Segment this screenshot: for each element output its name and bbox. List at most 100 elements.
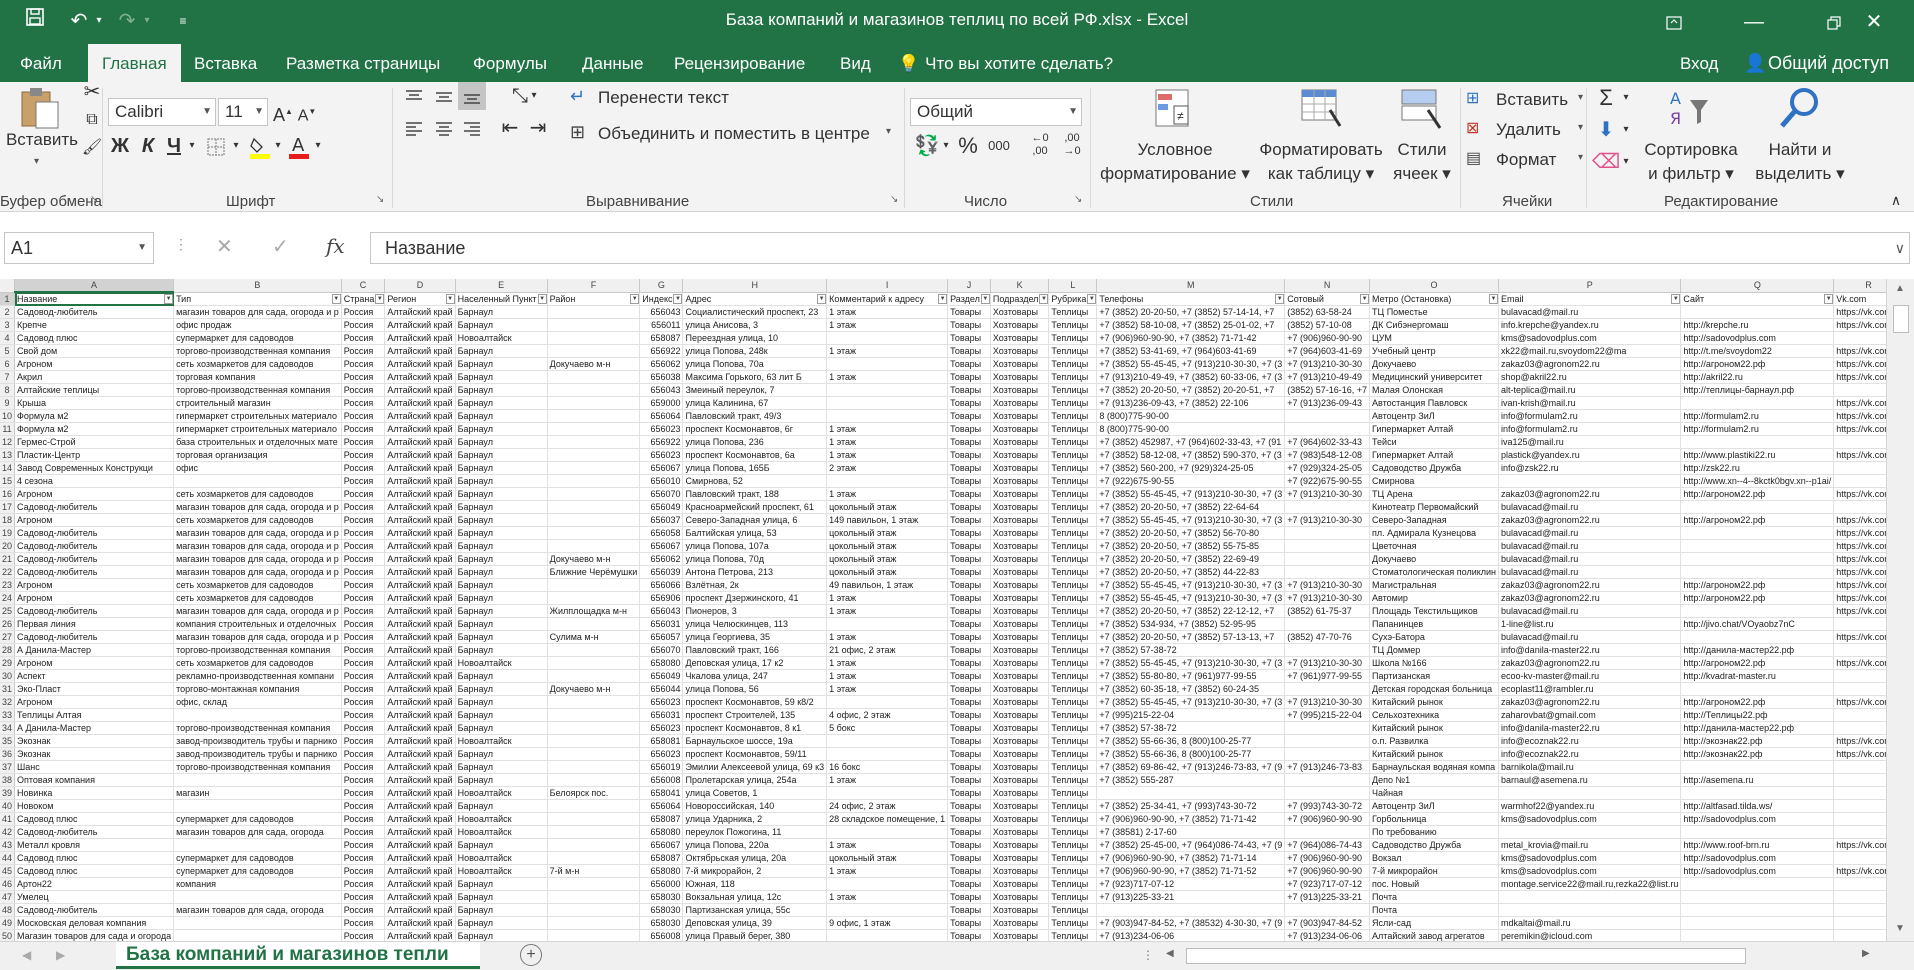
table-cell[interactable]: +7 (913)234-06-06 — [1096, 929, 1286, 941]
table-cell[interactable]: Теплицы — [1048, 695, 1098, 709]
horizontal-scroll-thumb[interactable] — [1186, 948, 1746, 964]
table-cell[interactable]: Товары — [947, 760, 991, 774]
table-cell[interactable]: торгово-производственная компания — [173, 760, 342, 774]
autosum-dropdown-icon[interactable]: ▾ — [1620, 84, 1632, 112]
table-cell[interactable]: Барнаул — [455, 435, 548, 449]
table-cell[interactable]: 656049 — [639, 500, 684, 514]
table-cell[interactable]: Горбольница — [1369, 812, 1500, 826]
row-header[interactable]: 25 — [0, 604, 15, 618]
table-cell[interactable]: Теплицы — [1048, 539, 1098, 553]
table-cell[interactable]: магазин товаров для сада, огорода и р — [173, 500, 342, 514]
table-cell[interactable]: Павловский тракт, 49/3 — [682, 409, 828, 423]
table-cell[interactable]: Хозтовары — [990, 318, 1050, 332]
select-all-corner[interactable] — [0, 279, 15, 293]
table-cell[interactable]: офис, склад — [173, 695, 342, 709]
table-cell[interactable]: торговая компания — [173, 370, 342, 384]
table-cell[interactable] — [1833, 682, 1886, 696]
paste-button[interactable]: Вставить ▾ — [4, 86, 78, 182]
table-cell[interactable]: улица Попова, 236 — [682, 435, 828, 449]
table-cell[interactable]: А Данила-Мастер — [14, 721, 175, 735]
table-cell[interactable]: гипермаркет строительных материало — [173, 409, 342, 423]
table-cell[interactable]: 656044 — [639, 682, 684, 696]
table-cell[interactable]: Товары — [947, 409, 991, 423]
table-cell[interactable]: Товары — [947, 396, 991, 410]
number-launcher-icon[interactable]: ↘ — [1074, 194, 1086, 206]
column-header[interactable]: H — [682, 279, 828, 293]
table-cell[interactable]: Садовод плюс — [14, 851, 175, 865]
table-cell[interactable]: Малая Олонская — [1369, 383, 1500, 397]
table-cell[interactable]: Алтайский край — [384, 435, 456, 449]
table-cell[interactable]: Хозтовары — [990, 552, 1050, 566]
table-cell[interactable]: Теплицы — [1048, 331, 1098, 345]
table-cell[interactable]: https://vk.com/a — [1833, 370, 1886, 384]
table-cell[interactable]: Алтайский край — [384, 721, 456, 735]
table-cell[interactable]: Теплицы — [1048, 591, 1098, 605]
table-cell[interactable]: Умелец — [14, 890, 175, 904]
table-cell[interactable]: Алтайский край — [384, 838, 456, 852]
row-header[interactable]: 9 — [0, 396, 15, 410]
table-cell[interactable]: iva125@mail.ru — [1498, 435, 1682, 449]
table-cell[interactable]: Барнаул — [455, 773, 548, 787]
table-cell[interactable]: +7 (913)210-30-30 — [1284, 591, 1371, 605]
column-header[interactable]: B — [173, 279, 342, 293]
table-cell[interactable]: Алтайский край — [384, 630, 456, 644]
table-cell[interactable]: zaharovbat@gmail.com — [1498, 708, 1682, 722]
table-cell[interactable]: Барнаул — [455, 682, 548, 696]
table-cell[interactable]: 656070 — [639, 487, 684, 501]
table-cell[interactable]: Россия — [341, 474, 386, 488]
table-cell[interactable]: +7 (923)717-07-12 — [1096, 877, 1286, 891]
table-cell[interactable]: проспект Космонавтов, 8 к1 — [682, 721, 828, 735]
table-cell[interactable]: Барнаул — [455, 318, 548, 332]
table-cell[interactable]: 658087 — [639, 851, 684, 865]
table-cell[interactable]: проспект Космонавтов, 6г — [682, 422, 828, 436]
table-cell[interactable] — [1680, 565, 1835, 579]
table-cell[interactable]: 658081 — [639, 734, 684, 748]
table-cell[interactable]: +7 (3852) 55-66-36, 8 (800)100-25-77 — [1096, 734, 1286, 748]
table-cell[interactable]: +7 (906)960-90-90 — [1284, 331, 1371, 345]
row-header[interactable]: 33 — [0, 708, 15, 722]
table-cell[interactable]: +7 (3852) 55-45-45, +7 (913)210-30-30, +… — [1096, 578, 1286, 592]
header-cell[interactable]: Подраздел ▼ — [990, 292, 1050, 306]
table-cell[interactable]: Теплицы — [1048, 630, 1098, 644]
table-cell[interactable]: 2 этаж — [826, 461, 949, 475]
table-cell[interactable]: 656062 — [639, 552, 684, 566]
table-cell[interactable]: Товары — [947, 487, 991, 501]
table-cell[interactable]: Россия — [341, 760, 386, 774]
table-cell[interactable]: Россия — [341, 838, 386, 852]
font-name-combo[interactable]: Calibri ▼ — [108, 98, 216, 126]
table-cell[interactable]: (3852) 57-16-16, +7 — [1284, 383, 1371, 397]
table-cell[interactable]: Новоалтайск — [455, 812, 548, 826]
table-cell[interactable] — [1680, 526, 1835, 540]
table-cell[interactable]: Алтайский край — [384, 812, 456, 826]
table-cell[interactable]: +7 (929)324-25-05 — [1284, 461, 1371, 475]
table-cell[interactable]: цокольный этаж — [826, 851, 949, 865]
header-cell[interactable]: Адрес ▼ — [682, 292, 828, 306]
table-cell[interactable] — [547, 383, 641, 397]
decrease-decimal-icon[interactable]: ,00 →0 — [1058, 132, 1086, 158]
tab-review[interactable]: Рецензирование — [660, 44, 819, 82]
table-cell[interactable]: Теплицы — [1048, 383, 1098, 397]
table-cell[interactable]: Почта — [1369, 890, 1500, 904]
table-cell[interactable]: Агроном — [14, 513, 175, 527]
table-cell[interactable]: 1 этаж — [826, 448, 949, 462]
borders-dropdown-icon[interactable]: ▾ — [230, 132, 242, 160]
table-cell[interactable]: Алтайский край — [384, 396, 456, 410]
table-cell[interactable] — [547, 513, 641, 527]
table-cell[interactable]: Стоматологическая поликлин — [1369, 565, 1500, 579]
table-cell[interactable] — [1833, 877, 1886, 891]
table-cell[interactable] — [547, 916, 641, 930]
table-cell[interactable]: +7 (3852) 555-287 — [1096, 773, 1286, 787]
table-cell[interactable]: магазин товаров для сада, огорода и р — [173, 630, 342, 644]
table-cell[interactable]: Барнаул — [455, 890, 548, 904]
table-cell[interactable]: Алтайский край — [384, 773, 456, 787]
table-cell[interactable]: http://данила-мастер22.рф — [1680, 721, 1835, 735]
table-cell[interactable] — [1680, 500, 1835, 514]
table-cell[interactable] — [547, 838, 641, 852]
table-cell[interactable]: улица Попова, 248к — [682, 344, 828, 358]
align-middle-icon[interactable] — [430, 82, 458, 110]
table-cell[interactable]: Садовод-любитель — [14, 500, 175, 514]
table-cell[interactable] — [1833, 890, 1886, 904]
table-cell[interactable]: Папанинцев — [1369, 617, 1500, 631]
table-cell[interactable]: Барнаул — [455, 916, 548, 930]
table-cell[interactable] — [1284, 903, 1371, 917]
